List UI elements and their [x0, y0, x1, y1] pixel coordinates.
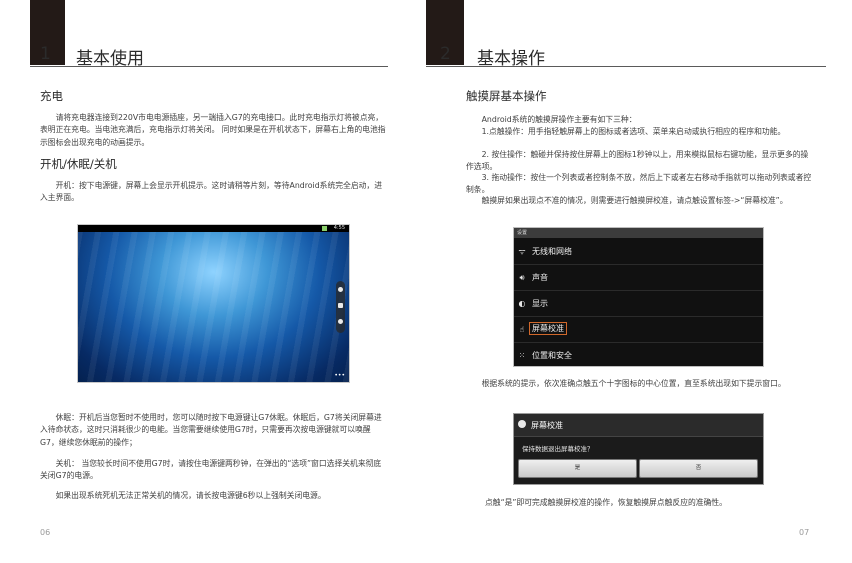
dialog-yes-button[interactable]: 是: [518, 459, 637, 478]
dialog-no-button[interactable]: 否: [639, 459, 758, 478]
browser-icon: [338, 287, 343, 292]
settings-item-display[interactable]: ◐ 显示: [514, 290, 763, 317]
display-icon: ◐: [518, 299, 526, 308]
dialog-header: 屏幕校准: [514, 414, 763, 437]
paragraph-touch-intro: Android系统的触摸屏操作主要有如下三种：: [481, 115, 637, 124]
tablet-home-screenshot: 4:55 •••: [77, 224, 350, 383]
paragraph-charging: 请将充电器连接到220V市电电源插座，另一端插入G7的充电接口。此时充电指示灯将…: [40, 113, 386, 147]
paragraph-touch-3: 3. 拖动操作：按住一个列表或者控制条不放，然后上下或者左右移动手指就可以拖动列…: [466, 173, 812, 195]
settings-item-calibration[interactable]: ☝ 屏幕校准: [514, 316, 763, 343]
paragraph-prompt: 根据系统的提示，依次准确点触五个十字图标的中心位置，直至系统出现如下提示窗口。: [481, 379, 786, 388]
paragraph-touch-2: 2. 按住操作：触碰并保持按住屏幕上的图标1秒钟以上，用来模拟鼠标右键功能，显示…: [466, 150, 809, 172]
dialog-message: 保持数据退出屏幕校准？: [522, 445, 594, 453]
dialog-title: 屏幕校准: [531, 421, 563, 430]
hand-icon: ☝: [519, 325, 525, 334]
settings-item-wireless[interactable]: ᯤ 无线和网络: [514, 238, 763, 265]
header-rule-left: [30, 66, 388, 67]
launcher-dock: [336, 281, 345, 333]
wifi-icon: ᯤ: [518, 247, 526, 256]
paragraph-touch-calibration: 触摸屏如果出现点不准的情况，则需要进行触摸屏校准，请点触设置标签->“屏幕校准”…: [481, 196, 788, 205]
settings-titlebar: 设置: [514, 228, 763, 238]
status-time: 4:55: [333, 225, 345, 231]
apps-grid-icon: [338, 303, 343, 308]
paragraph-touch-1: 1.点触操作：用手指轻触屏幕上的图标或者选项、菜单来启动或执行相应的程序和功能。: [481, 127, 786, 136]
chapter-number-right: 2: [440, 44, 451, 64]
paragraph-force-off: 如果出现系统死机无法正常关机的情况，请长按电源键6秒以上强制关闭电源。: [55, 491, 326, 500]
paragraph-finish: 点触“是”即可完成触摸屏校准的操作，恢复触摸屏点触反应的准确性。: [485, 498, 727, 507]
heading-power: 开机/休眠/关机: [40, 157, 117, 171]
heading-touch: 触摸屏基本操作: [466, 89, 547, 103]
settings-screenshot: 设置 ᯤ 无线和网络 🔊︎ 声音 ◐ 显示 ☝ 屏幕校准 ⁙ 位置和安全: [513, 227, 764, 367]
page-number-left: 06: [40, 528, 51, 537]
signal-icon: [322, 226, 327, 231]
heading-charging: 充电: [40, 89, 63, 103]
settings-item-location[interactable]: ⁙ 位置和安全: [514, 342, 763, 368]
paragraph-sleep: 休眠：开机后当您暂时不使用时，您可以随时按下电源键让G7休眠。休眠后，G7将关闭…: [40, 413, 382, 447]
speaker-icon: 🔊︎: [519, 273, 525, 282]
chapter-number-left: 1: [40, 44, 51, 64]
status-bar: [78, 225, 349, 232]
settings-item-sound[interactable]: 🔊︎ 声音: [514, 264, 763, 291]
alert-icon: [518, 420, 526, 428]
more-dots-icon: •••: [334, 372, 345, 379]
calibration-dialog-screenshot: 屏幕校准 保持数据退出屏幕校准？ 是 否: [513, 413, 764, 485]
page-number-right: 07: [799, 528, 810, 537]
settings-icon: [338, 319, 343, 324]
paragraph-power-on: 开机：按下电源键，屏幕上会显示开机提示。这时请稍等片刻，等待Android系统完…: [40, 181, 383, 203]
paragraph-shutdown: 关机： 当您较长时间不使用G7时，请按住电源键两秒钟，在弹出的“选项”窗口选择关…: [40, 459, 382, 481]
header-rule-right: [426, 66, 826, 67]
grid-lock-icon: ⁙: [518, 351, 526, 360]
